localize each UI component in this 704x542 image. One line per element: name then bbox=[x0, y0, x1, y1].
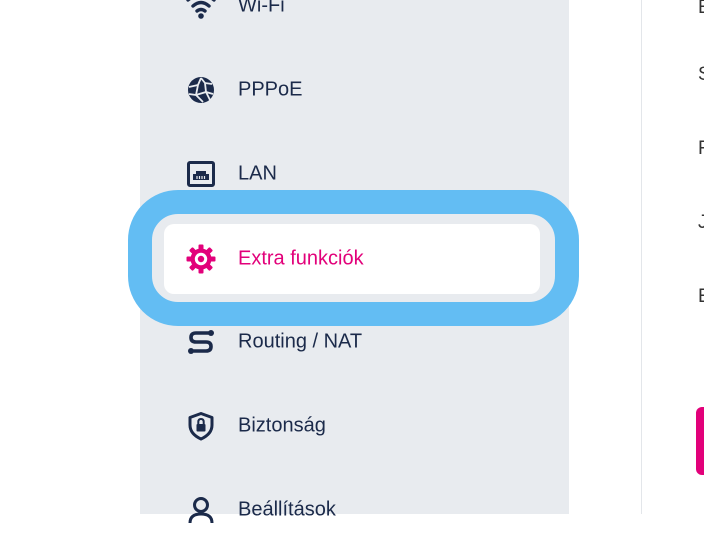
sidebar-item-label: LAN bbox=[238, 162, 277, 185]
sidebar-item-lan[interactable]: LAN bbox=[140, 142, 569, 206]
row-label: S bbox=[698, 64, 704, 86]
routing-icon bbox=[185, 326, 217, 358]
sidebar-item-beallitasok[interactable]: Beállítások bbox=[140, 478, 569, 542]
sidebar-item-wifi[interactable]: Wi-Fi bbox=[140, 0, 569, 38]
row-label: F bbox=[698, 138, 704, 159]
globe-icon bbox=[185, 74, 217, 106]
sidebar: Wi-Fi PPPoE LAN Extra funkciók Routing /… bbox=[140, 0, 569, 524]
row-label: E bbox=[698, 0, 704, 19]
sidebar-item-label: PPPoE bbox=[238, 78, 303, 101]
row-label: E bbox=[698, 286, 704, 308]
sidebar-item-routing-nat[interactable]: Routing / NAT bbox=[140, 310, 569, 374]
sidebar-item-label: Beállítások bbox=[238, 498, 336, 521]
sidebar-item-extra-funkciok[interactable]: Extra funkciók bbox=[164, 224, 540, 294]
sidebar-item-label: Biztonság bbox=[238, 414, 326, 437]
wifi-icon bbox=[185, 0, 217, 22]
sidebar-item-pppoe[interactable]: PPPoE bbox=[140, 58, 569, 122]
gear-icon bbox=[185, 243, 217, 275]
sidebar-item-biztonsag[interactable]: Biztonság bbox=[140, 394, 569, 458]
lan-port-icon bbox=[185, 158, 217, 190]
row-label: J bbox=[698, 212, 704, 233]
sidebar-item-label: Extra funkciók bbox=[238, 247, 364, 270]
sidebar-item-label: Wi-Fi bbox=[238, 0, 285, 17]
sidebar-item-label: Routing / NAT bbox=[238, 330, 363, 353]
main-content: E S F J E bbox=[641, 0, 704, 514]
primary-button[interactable] bbox=[696, 407, 704, 475]
user-icon bbox=[185, 494, 217, 526]
shield-lock-icon bbox=[185, 410, 217, 442]
